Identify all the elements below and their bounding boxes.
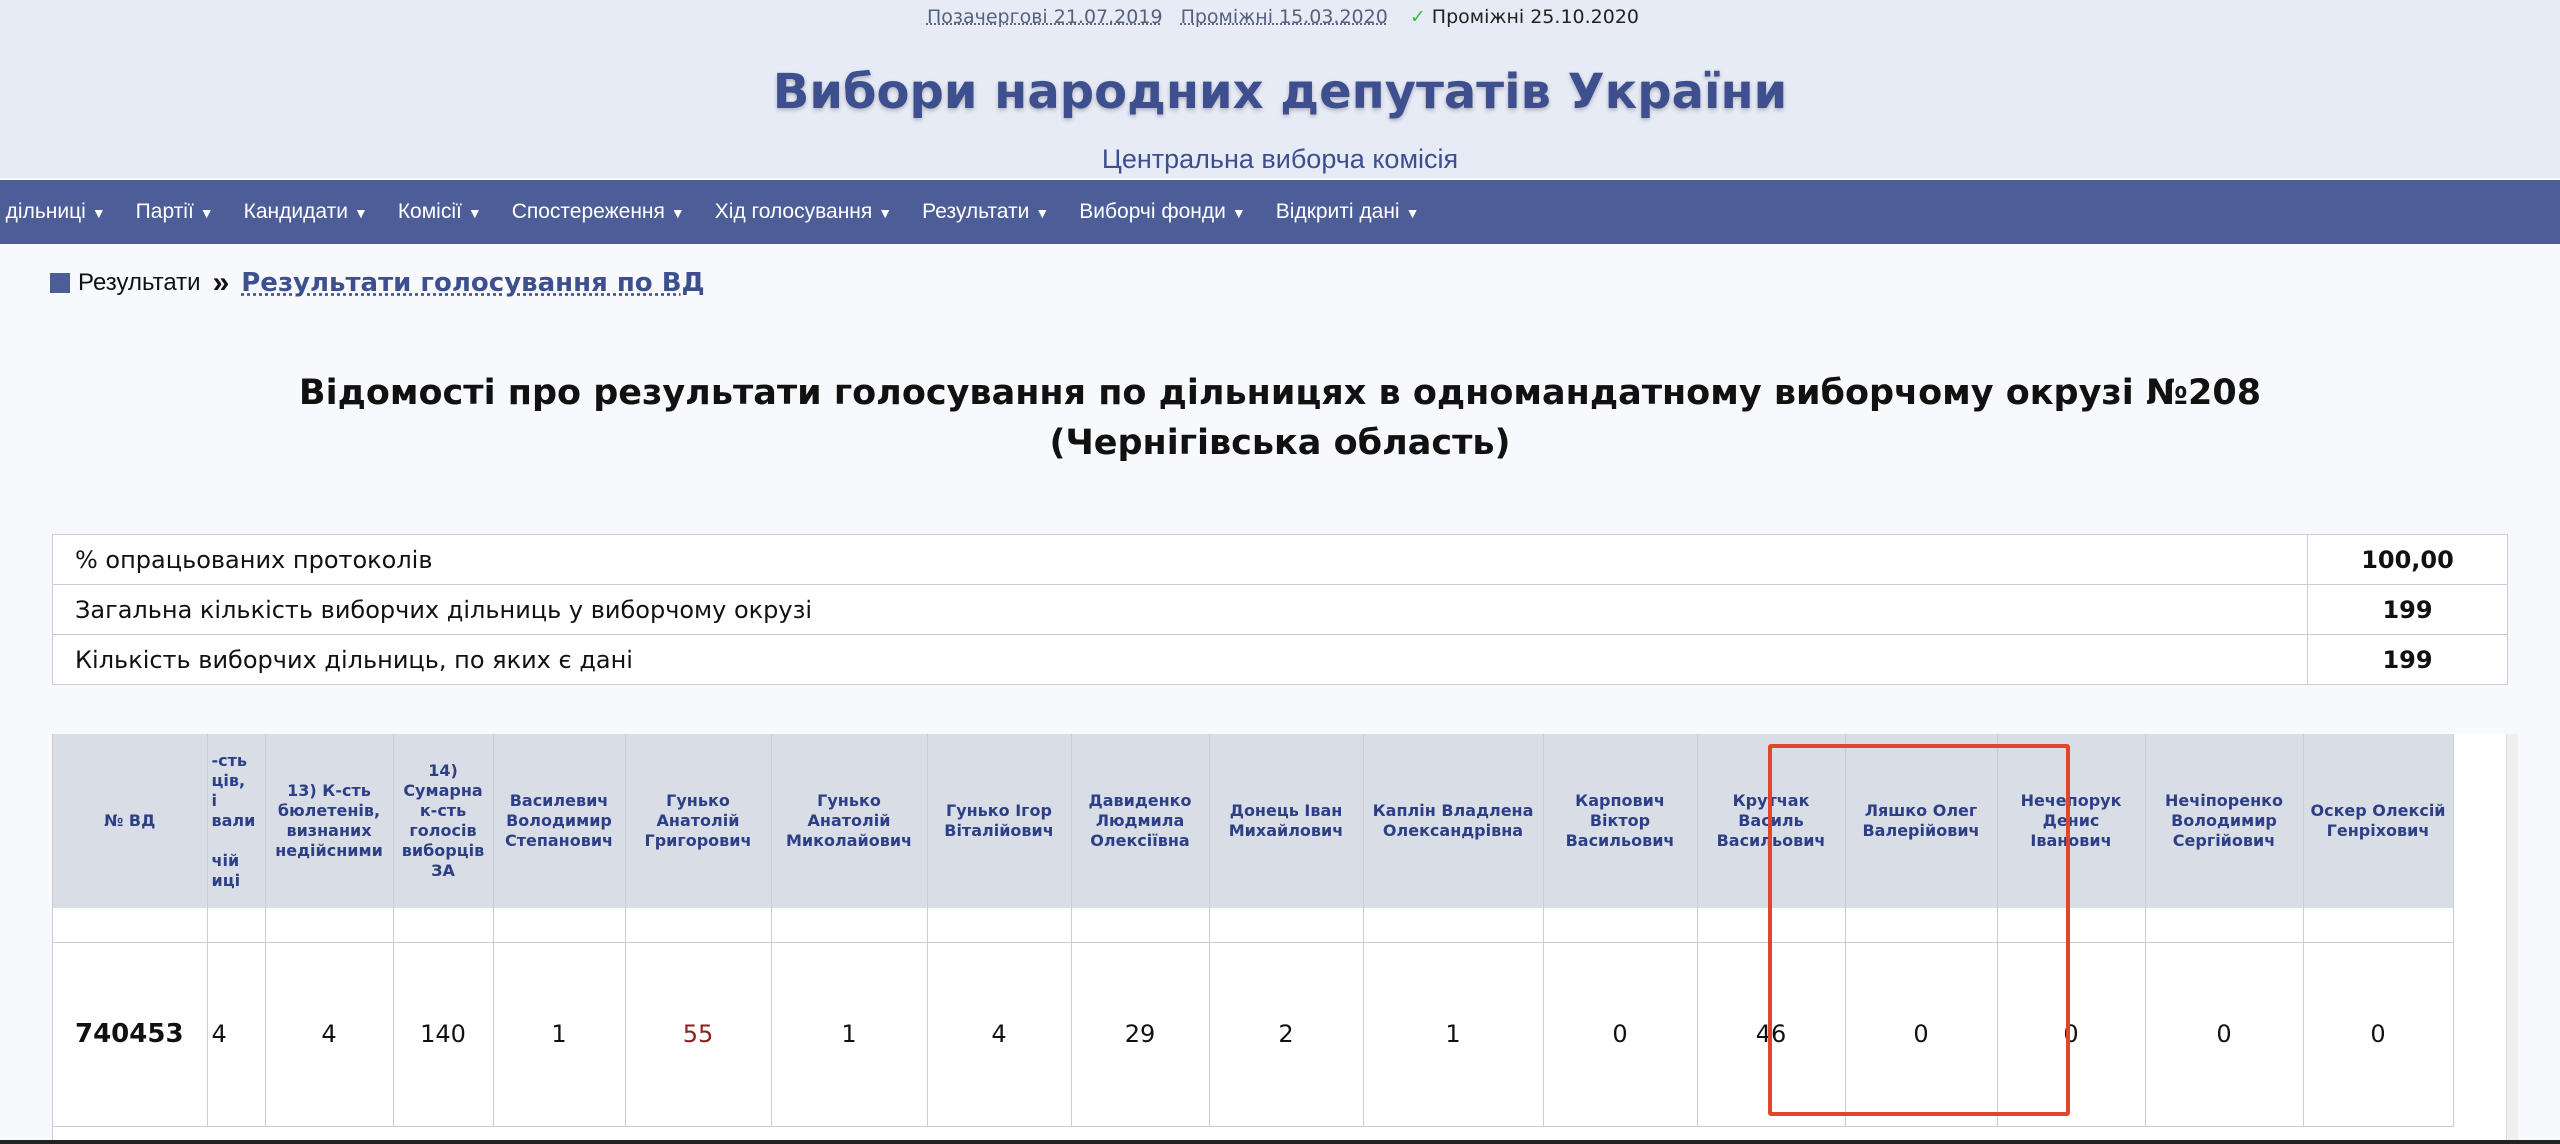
menu-item-results[interactable]: Результати ▼ <box>922 200 1049 224</box>
square-icon <box>50 273 70 293</box>
caret-down-icon: ▼ <box>670 205 685 221</box>
summary-row: Кількість виборчих дільниць, по яких є д… <box>52 634 2508 685</box>
caret-down-icon: ▼ <box>199 205 214 221</box>
cell-total-for: 140 <box>393 941 494 1127</box>
col-header-candidate[interactable]: Давиденко Людмила Олексіївна <box>1071 734 1210 908</box>
summary-label: Загальна кількість виборчих дільниць у в… <box>52 584 2308 635</box>
cell-candidate-votes: 0 <box>1543 941 1698 1127</box>
spacer-row <box>53 908 2454 942</box>
col-header-precinct[interactable]: № ВД <box>53 734 208 908</box>
caret-down-icon: ▼ <box>1405 205 1420 221</box>
summary-label: % опрацьованих протоколів <box>52 534 2308 585</box>
cell-candidate-votes: 2 <box>1209 941 1364 1127</box>
site-title: Вибори народних депутатів України <box>772 64 1788 120</box>
cell-candidate-votes: 1 <box>1363 941 1544 1127</box>
menu-item-precincts[interactable]: , дільниці ▼ <box>0 200 106 224</box>
site-header: Позачергові 21.07.2019 Проміжні 15.03.20… <box>0 0 2560 178</box>
menu-item-observation[interactable]: Спостереження ▼ <box>512 200 685 224</box>
check-icon: ✓ <box>1409 6 1426 28</box>
cell-candidate-votes: 29 <box>1071 941 1210 1127</box>
cell-candidate-votes: 4 <box>927 941 1072 1127</box>
caret-down-icon: ▼ <box>1035 205 1050 221</box>
cell-candidate-votes: 0 <box>2145 941 2304 1127</box>
col-header-candidate[interactable]: Оскер Олексій Генріхович <box>2303 734 2454 908</box>
page-title-line2: (Чернігівська область) <box>1049 423 1511 463</box>
breadcrumb-separator: » <box>212 266 230 299</box>
summary-value: 199 <box>2307 634 2508 685</box>
breadcrumb-current[interactable]: Результати голосування по ВД <box>241 268 704 298</box>
highlight-annotation-box <box>1768 744 2070 1116</box>
breadcrumb-parent[interactable]: Результати <box>78 269 201 297</box>
col-header-truncated[interactable]: -сть ців, і вали чій иці <box>207 734 266 908</box>
summary-row: Загальна кількість виборчих дільниць у в… <box>52 584 2508 635</box>
summary-value: 100,00 <box>2307 534 2508 585</box>
summary-value: 199 <box>2307 584 2508 635</box>
col-header-candidate[interactable]: Донець Іван Михайлович <box>1209 734 1364 908</box>
col-header-candidate[interactable]: Каплін Владлена Олександрівна <box>1363 734 1544 908</box>
cell-truncated: 4 <box>207 941 266 1127</box>
menu-item-open-data[interactable]: Відкриті дані ▼ <box>1276 200 1420 224</box>
results-header-row: № ВД -сть ців, і вали чій иці 13) К-сть … <box>53 734 2454 908</box>
page-title-line1: Відомості про результати голосування по … <box>298 373 2262 413</box>
main-menu: , дільниці ▼ Партії ▼ Кандидати ▼ Комісії ▼ … <box>0 180 2560 244</box>
elections-nav: Позачергові 21.07.2019 Проміжні 15.03.20… <box>0 6 2560 28</box>
col-header-invalid[interactable]: 13) К-сть бюлетенів, визнаних недійсними <box>265 734 394 908</box>
col-header-candidate[interactable]: Гунько Анатолій Григорович <box>625 734 772 908</box>
summary-row: % опрацьованих протоколів 100,00 <box>52 534 2508 585</box>
results-table-container[interactable]: № ВД -сть ців, і вали чій иці 13) К-сть … <box>52 734 2512 1144</box>
col-header-candidate[interactable]: Карпович Віктор Васильович <box>1543 734 1698 908</box>
menu-item-parties[interactable]: Партії ▼ <box>136 200 214 224</box>
page-title: Відомості про результати голосування по … <box>0 368 2560 468</box>
vertical-scrollbar[interactable] <box>2506 734 2518 1144</box>
summary-table: % опрацьованих протоколів 100,00 Загальн… <box>52 534 2508 685</box>
cell-invalid: 4 <box>265 941 394 1127</box>
col-header-candidate[interactable]: Гунько Анатолій Миколайович <box>771 734 928 908</box>
col-header-candidate[interactable]: Гунько Ігор Віталійович <box>927 734 1072 908</box>
menu-item-voting-progress[interactable]: Хід голосування ▼ <box>715 200 892 224</box>
caret-down-icon: ▼ <box>91 205 106 221</box>
col-header-total-for[interactable]: 14) Сумарна к-сть голосів виборців ЗА <box>393 734 494 908</box>
menu-item-election-funds[interactable]: Виборчі фонди ▼ <box>1079 200 1246 224</box>
menu-item-commissions[interactable]: Комісії ▼ <box>398 200 482 224</box>
table-row: 740453 4 4 140 1 55 1 4 29 2 1 0 46 0 0 … <box>53 941 2454 1127</box>
site-subtitle: Центральна виборча комісія <box>1101 144 1459 174</box>
caret-down-icon: ▼ <box>353 205 368 221</box>
cell-candidate-votes: 1 <box>771 941 928 1127</box>
caret-down-icon: ▼ <box>1231 205 1246 221</box>
caret-down-icon: ▼ <box>467 205 482 221</box>
results-table: № ВД -сть ців, і вали чій иці 13) К-сть … <box>53 734 2454 1127</box>
caret-down-icon: ▼ <box>878 205 893 221</box>
col-header-candidate[interactable]: Василевич Володимир Степанович <box>493 734 626 908</box>
menu-item-candidates[interactable]: Кандидати ▼ <box>244 200 368 224</box>
cell-precinct[interactable]: 740453 <box>53 941 208 1127</box>
col-header-candidate[interactable]: Нечіпоренко Володимир Сергійович <box>2145 734 2304 908</box>
cell-candidate-votes: 0 <box>2303 941 2454 1127</box>
breadcrumb: Результати » Результати голосування по В… <box>50 266 705 300</box>
cell-candidate-votes-winner: 55 <box>625 941 772 1127</box>
bottom-border <box>0 1140 2560 1144</box>
cell-candidate-votes: 1 <box>493 941 626 1127</box>
election-current: Проміжні 25.10.2020 <box>1431 6 1640 28</box>
summary-label: Кількість виборчих дільниць, по яких є д… <box>52 634 2308 685</box>
election-link-2019[interactable]: Позачергові 21.07.2019 <box>927 6 1163 28</box>
election-link-2020-03[interactable]: Проміжні 15.03.2020 <box>1181 6 1388 28</box>
